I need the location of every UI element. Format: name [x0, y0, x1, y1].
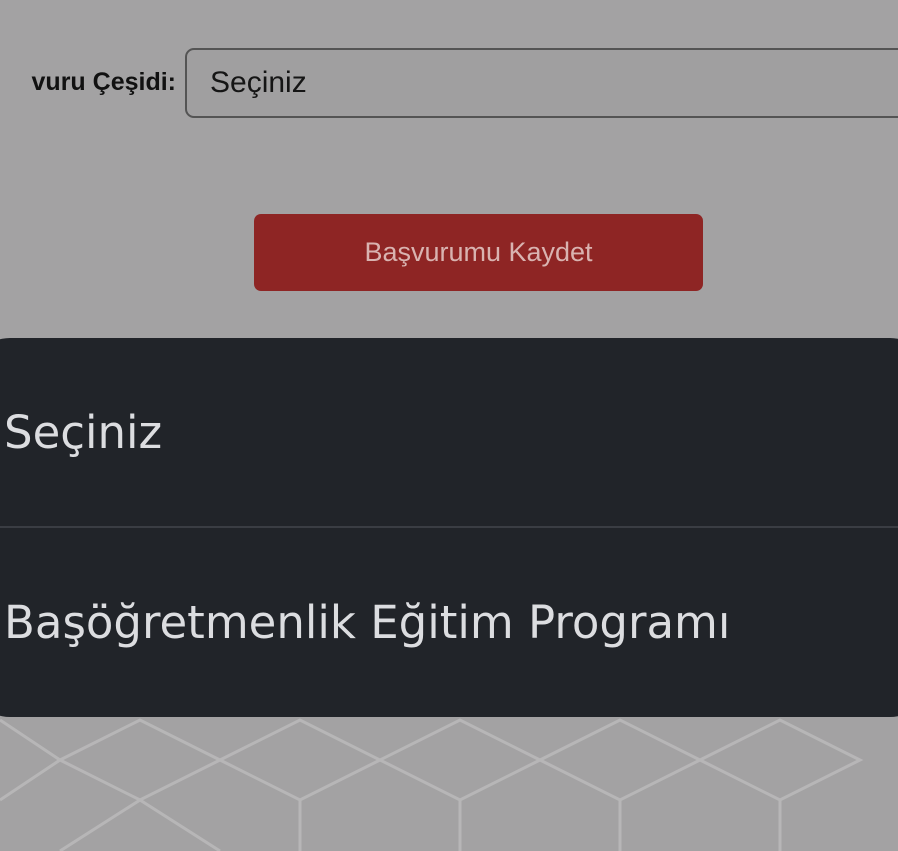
dropdown-option-seciniz[interactable]: Seçiniz: [0, 338, 898, 526]
background-pattern: [0, 718, 864, 851]
dropdown-option-label: Başöğretmenlik Eğitim Programı: [4, 595, 731, 649]
application-type-select-value: Seçiniz: [210, 66, 307, 99]
dropdown-option-label: Seçiniz: [4, 405, 163, 459]
application-type-dropdown: Seçiniz Başöğretmenlik Eğitim Programı: [0, 338, 898, 717]
application-type-select[interactable]: Seçiniz: [185, 48, 898, 118]
save-application-button[interactable]: Başvurumu Kaydet: [254, 214, 703, 291]
application-type-label: vuru Çeşidi:: [31, 68, 176, 96]
dropdown-option-basogretmenlik[interactable]: Başöğretmenlik Eğitim Programı: [0, 528, 898, 716]
application-type-row: vuru Çeşidi: Seçiniz: [0, 48, 898, 120]
